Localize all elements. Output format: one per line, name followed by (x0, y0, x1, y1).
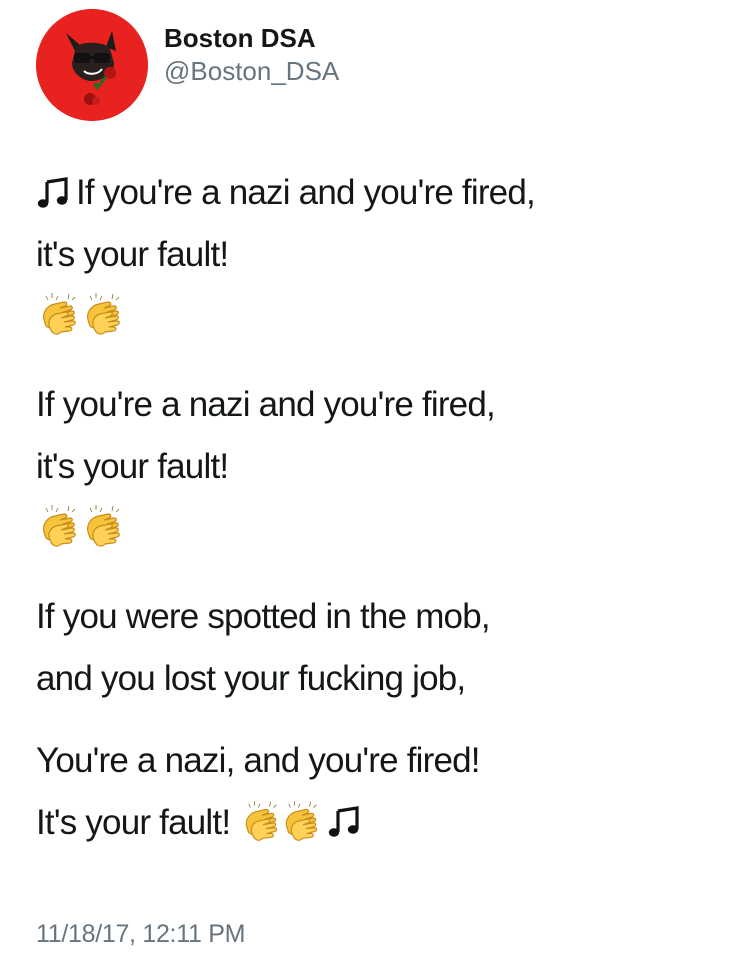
clapping-hands-icon (279, 798, 325, 844)
tweet-line-6: and you lost your fucking job, (36, 659, 466, 698)
tweet-line-4: it's your fault! (36, 447, 229, 486)
tweet-line-1: If you're a nazi and you're fired, (36, 162, 716, 224)
account-handle[interactable]: @Boston_DSA (164, 55, 339, 87)
clapping-hands-icon (80, 502, 128, 550)
tweet-line-5: If you were spotted in the mob, (36, 597, 491, 636)
tweet-text: If you're a nazi and you're fired, it's … (36, 162, 716, 854)
tweet-line-7: You're a nazi, and you're fired! (36, 741, 481, 780)
clap-row (36, 502, 716, 556)
account-names: Boston DSA @Boston_DSA (164, 21, 339, 87)
stanza-gap (36, 710, 716, 730)
tweet-card: Boston DSA @Boston_DSA If you're a nazi … (0, 0, 731, 960)
tweet-line-8: It's your fault! (36, 792, 716, 854)
tweet-line-3: If you're a nazi and you're fired, (36, 385, 496, 424)
tweet-header: Boston DSA @Boston_DSA (36, 9, 339, 121)
clapping-hands-icon (36, 502, 84, 550)
clapping-hands-icon (80, 290, 128, 338)
music-note-icon (36, 175, 70, 209)
avatar[interactable] (36, 9, 148, 121)
tweet-line-2: it's your fault! (36, 235, 229, 274)
clapping-hands-icon (36, 290, 84, 338)
tweet-timestamp[interactable]: 11/18/17, 12:11 PM (36, 920, 245, 949)
display-name[interactable]: Boston DSA (164, 21, 339, 55)
tweet-line-8-text: It's your fault! (36, 803, 231, 842)
dog-with-sunglasses-and-rose-avatar-icon (36, 9, 148, 121)
music-note-icon (327, 804, 361, 838)
tweet-line-1-text: If you're a nazi and you're fired, (76, 173, 536, 212)
clap-row (36, 290, 716, 344)
